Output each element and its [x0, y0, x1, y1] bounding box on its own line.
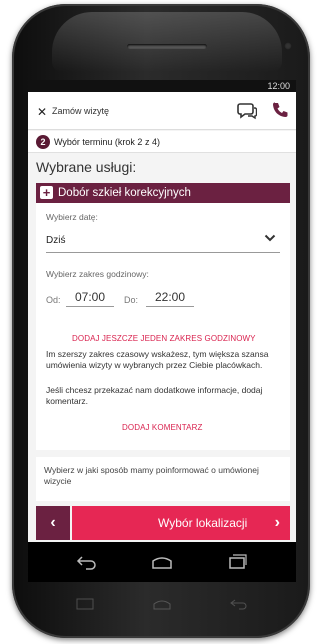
hardware-buttons: [40, 590, 284, 620]
close-icon[interactable]: ✕: [37, 105, 47, 119]
to-time-input[interactable]: 22:00: [146, 287, 194, 307]
next-button-label: Wybór lokalizacji: [158, 516, 248, 530]
hw-menu-icon: [76, 598, 94, 610]
step-number-badge: 2: [36, 135, 50, 149]
step-indicator: 2 Wybór terminu (krok 2 z 4): [28, 131, 296, 153]
add-comment-link[interactable]: DODAJ KOMENTARZ: [122, 423, 202, 432]
plus-icon[interactable]: +: [40, 186, 53, 199]
android-navbar: [28, 542, 296, 582]
notification-method-box[interactable]: Wybierz w jaki sposób mamy poinformować …: [36, 457, 290, 501]
next-arrow-icon: ›: [274, 514, 280, 531]
service-name: Dobór szkieł korekcyjnych: [58, 187, 191, 199]
header-title: Zamów wizytę: [52, 106, 110, 116]
nav-home-icon[interactable]: [151, 553, 173, 571]
app-screen: 12:00 ✕ Zamów wizytę 2 Wybór terminu (kr…: [28, 80, 296, 542]
service-item[interactable]: + Dobór szkieł korekcyjnych: [36, 183, 290, 203]
step-label: Wybór terminu (krok 2 z 4): [54, 137, 160, 147]
range-info-text: Im szerszy zakres czasowy wskażesz, tym …: [46, 349, 269, 370]
earpiece: [127, 44, 207, 49]
add-time-range-link[interactable]: DODAJ JESZCZE JEDEN ZAKRES GODZINOWY: [72, 334, 256, 343]
nav-back-icon[interactable]: [76, 553, 98, 571]
footer-nav: ‹ Wybór lokalizacji ›: [28, 506, 296, 542]
date-label: Wybierz datę:: [46, 212, 98, 222]
selected-services-title: Wybrane usługi:: [36, 159, 137, 175]
from-time-input[interactable]: 07:00: [66, 287, 114, 307]
chat-icon[interactable]: [237, 102, 257, 120]
to-label: Do:: [124, 295, 139, 305]
next-location-button[interactable]: Wybór lokalizacji ›: [72, 506, 290, 540]
notification-method-text: Wybierz w jaki sposób mamy poinformować …: [44, 465, 259, 486]
phone-icon[interactable]: [271, 101, 289, 119]
front-camera: [284, 42, 292, 50]
status-time: 12:00: [267, 81, 290, 91]
date-value: Dziś: [46, 235, 66, 246]
device-glare: [52, 12, 282, 72]
appointment-form-card: Wybierz datę: Dziś Wybierz zakres godzin…: [36, 203, 290, 450]
time-range-label: Wybierz zakres godzinowy:: [46, 269, 149, 279]
date-select[interactable]: Dziś: [46, 227, 280, 253]
from-label: Od:: [46, 295, 61, 305]
nav-recents-icon[interactable]: [226, 553, 248, 571]
comment-hint-text: Jeśli chcesz przekazać nam dodatkowe inf…: [46, 385, 263, 406]
chevron-down-icon: [264, 234, 276, 242]
back-button[interactable]: ‹: [36, 506, 70, 540]
status-bar: 12:00: [28, 80, 296, 92]
hw-back-icon: [230, 599, 247, 610]
hw-home-icon: [153, 600, 171, 610]
app-header: ✕ Zamów wizytę: [28, 92, 296, 130]
